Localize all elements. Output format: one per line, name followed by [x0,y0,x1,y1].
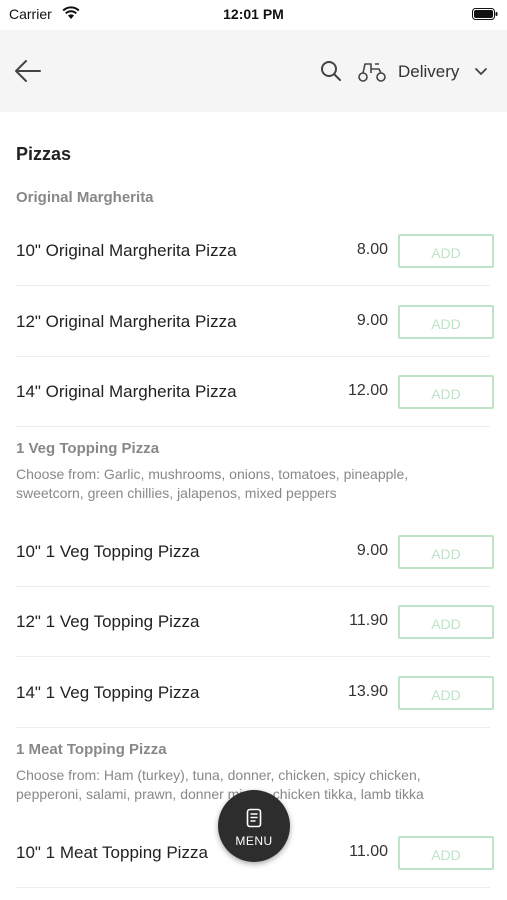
add-button[interactable]: ADD [398,234,494,268]
menu-item: 14" 1 Veg Topping Pizza 13.90 ADD [16,657,494,728]
section-title: Pizzas [16,144,72,164]
menu-item: 12" 1 Veg Topping Pizza 11.90 ADD [16,586,494,657]
status-bar: Carrier 12:01 PM [0,0,507,30]
category-description: Choose from: Garlic, mushrooms, onions, … [16,466,409,501]
item-price: 11.90 [349,612,388,629]
category-title: 1 Veg Topping Pizza [16,440,160,457]
item-name: 14" 1 Veg Topping Pizza [16,683,200,702]
add-button[interactable]: ADD [398,305,494,339]
item-price: 12.00 [347,382,388,399]
battery-icon [472,8,498,20]
item-name: 12" Original Margherita Pizza [16,312,237,331]
menu-card-icon [246,808,262,828]
item-name: 10" 1 Meat Topping Pizza [16,843,208,862]
clock: 12:01 PM [223,6,284,22]
back-arrow-icon[interactable] [14,58,42,84]
chevron-down-icon[interactable] [474,66,488,78]
top-bar: Delivery [0,30,507,112]
menu-item: 10" Original Margherita Pizza 8.00 ADD [16,215,494,286]
add-button[interactable]: ADD [398,836,494,870]
add-button[interactable]: ADD [398,676,494,710]
item-name: 10" 1 Veg Topping Pizza [16,542,200,561]
search-icon[interactable] [320,60,342,82]
add-button[interactable]: ADD [398,535,494,569]
item-name: 12" 1 Veg Topping Pizza [16,612,200,631]
menu-fab-button[interactable]: MENU [218,790,290,862]
menu-list: Pizzas Original Margherita 10" Original … [0,112,507,900]
item-price: 13.90 [347,683,388,700]
item-name: 14" Original Margherita Pizza [16,382,237,401]
category-title: 1 Meat Topping Pizza [16,741,167,758]
delivery-mode-selector[interactable]: Delivery [398,62,459,82]
add-button[interactable]: ADD [398,605,494,639]
menu-fab-label: MENU [235,834,273,848]
category-title: Original Margherita [16,189,154,206]
item-price: 9.00 [356,312,388,329]
item-price: 8.00 [356,241,388,258]
item-name: 10" Original Margherita Pizza [16,241,237,260]
menu-item: 10" 1 Veg Topping Pizza 9.00 ADD [16,516,494,587]
scooter-icon[interactable] [357,60,387,82]
add-button[interactable]: ADD [398,375,494,409]
item-price: 9.00 [356,542,388,559]
menu-item: 14" Original Margherita Pizza 12.00 ADD [16,356,494,427]
item-price: 11.00 [349,843,388,860]
menu-item: 12" Original Margherita Pizza 9.00 ADD [16,286,494,357]
